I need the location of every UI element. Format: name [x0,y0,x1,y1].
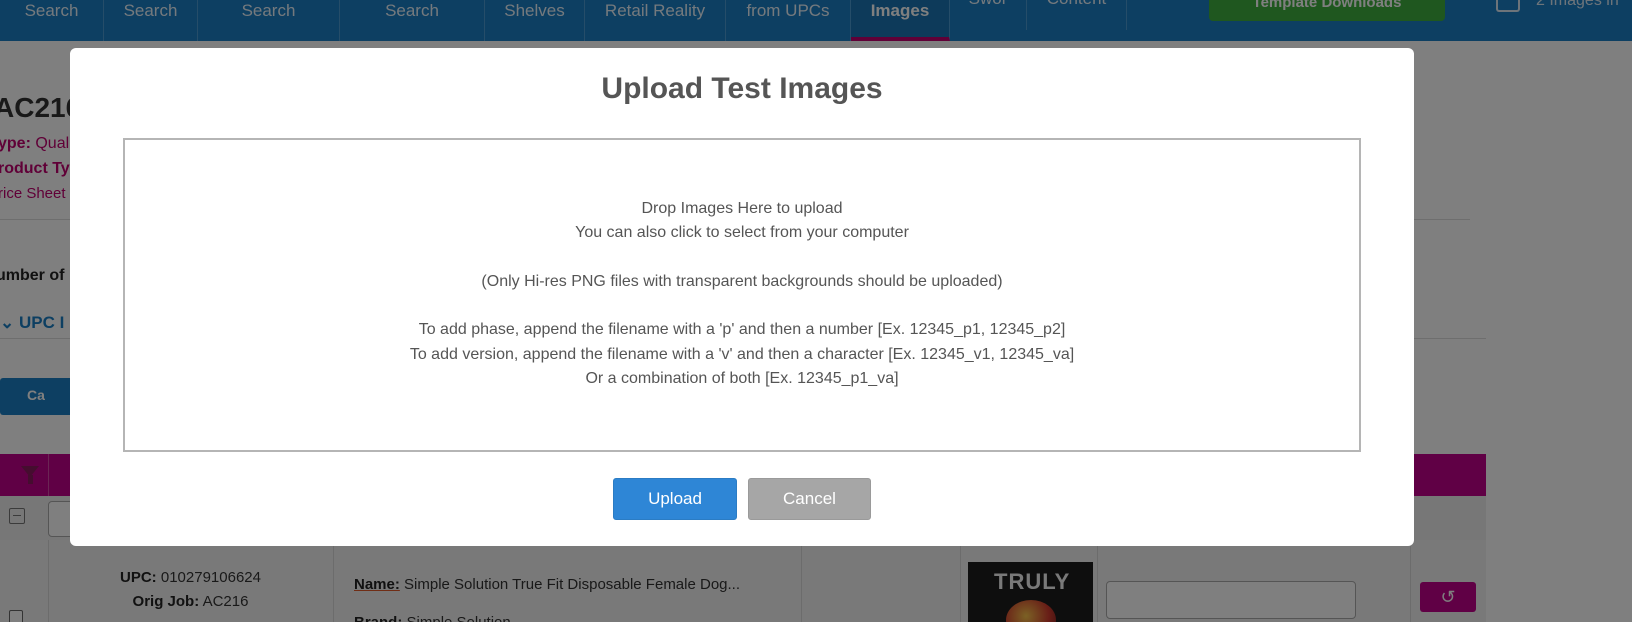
dropzone-phase-hint: To add phase, append the filename with a… [418,321,1066,338]
cancel-button[interactable]: Cancel [748,478,871,520]
modal-title: Upload Test Images [601,72,883,105]
upload-test-images-modal: Upload Test Images Drop Images Here to u… [70,48,1414,546]
dropzone-drop-text: Drop Images Here to upload [641,200,843,217]
dropzone-combination-hint: Or a combination of both [Ex. 12345_p1_v… [585,370,899,387]
dropzone-version-hint: To add version, append the filename with… [409,346,1075,363]
image-dropzone[interactable]: Drop Images Here to upload You can also … [123,138,1361,452]
dropzone-png-note: (Only Hi-res PNG files with transparent … [481,273,1003,290]
upload-button[interactable]: Upload [613,478,737,520]
dropzone-click-text: You can also click to select from your c… [575,224,909,241]
